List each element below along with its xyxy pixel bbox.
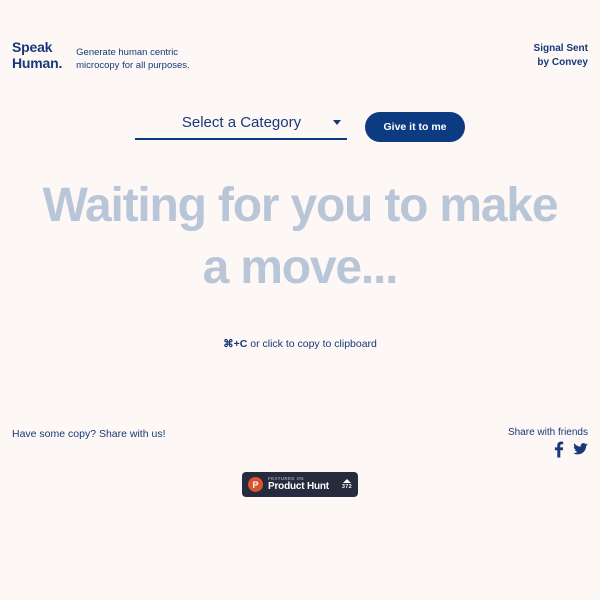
copy-shortcut-label: ⌘+C (223, 338, 248, 350)
share-copy-link[interactable]: Have some copy? Share with us! (12, 428, 166, 440)
share-with-friends-label: Share with friends (507, 427, 588, 438)
product-hunt-featured-label: FEATURED ON (268, 475, 304, 481)
brand-block: Speak Human. Generate human centric micr… (12, 39, 190, 73)
category-select-value: Select a Category (181, 114, 302, 131)
product-hunt-text: FEATURED ON Product Hunt (268, 475, 342, 493)
hero-message: Waiting for you to make a move... (42, 179, 559, 295)
signal-attribution[interactable]: Signal Sent by Convey (534, 42, 588, 69)
copy-hint-text: or click to copy to clipboard (247, 338, 377, 350)
page-header: Speak Human. Generate human centric micr… (0, 0, 600, 100)
controls-row: Select a Category Give it to me (0, 112, 600, 142)
social-links (508, 441, 588, 458)
upvote-arrow-icon (342, 478, 351, 483)
twitter-icon[interactable] (573, 441, 588, 458)
product-hunt-name: Product Hunt (268, 481, 329, 493)
product-hunt-badge[interactable]: P FEATURED ON Product Hunt 372 (242, 472, 358, 497)
product-hunt-votes[interactable]: 372 (341, 478, 352, 491)
product-hunt-logo-icon: P (248, 477, 263, 492)
brand-tagline: Generate human centric microcopy for all… (76, 47, 190, 71)
facebook-icon[interactable] (553, 441, 564, 458)
category-select[interactable]: Select a Category (135, 114, 348, 140)
give-it-to-me-button[interactable]: Give it to me (365, 112, 465, 142)
copy-to-clipboard-hint[interactable]: ⌘+C or click to copy to clipboard (0, 338, 600, 350)
logo-wordmark[interactable]: Speak Human. (12, 39, 62, 71)
chevron-down-icon (333, 120, 342, 125)
share-with-friends-block: Share with friends (508, 427, 588, 458)
product-hunt-vote-count: 372 (341, 483, 352, 490)
